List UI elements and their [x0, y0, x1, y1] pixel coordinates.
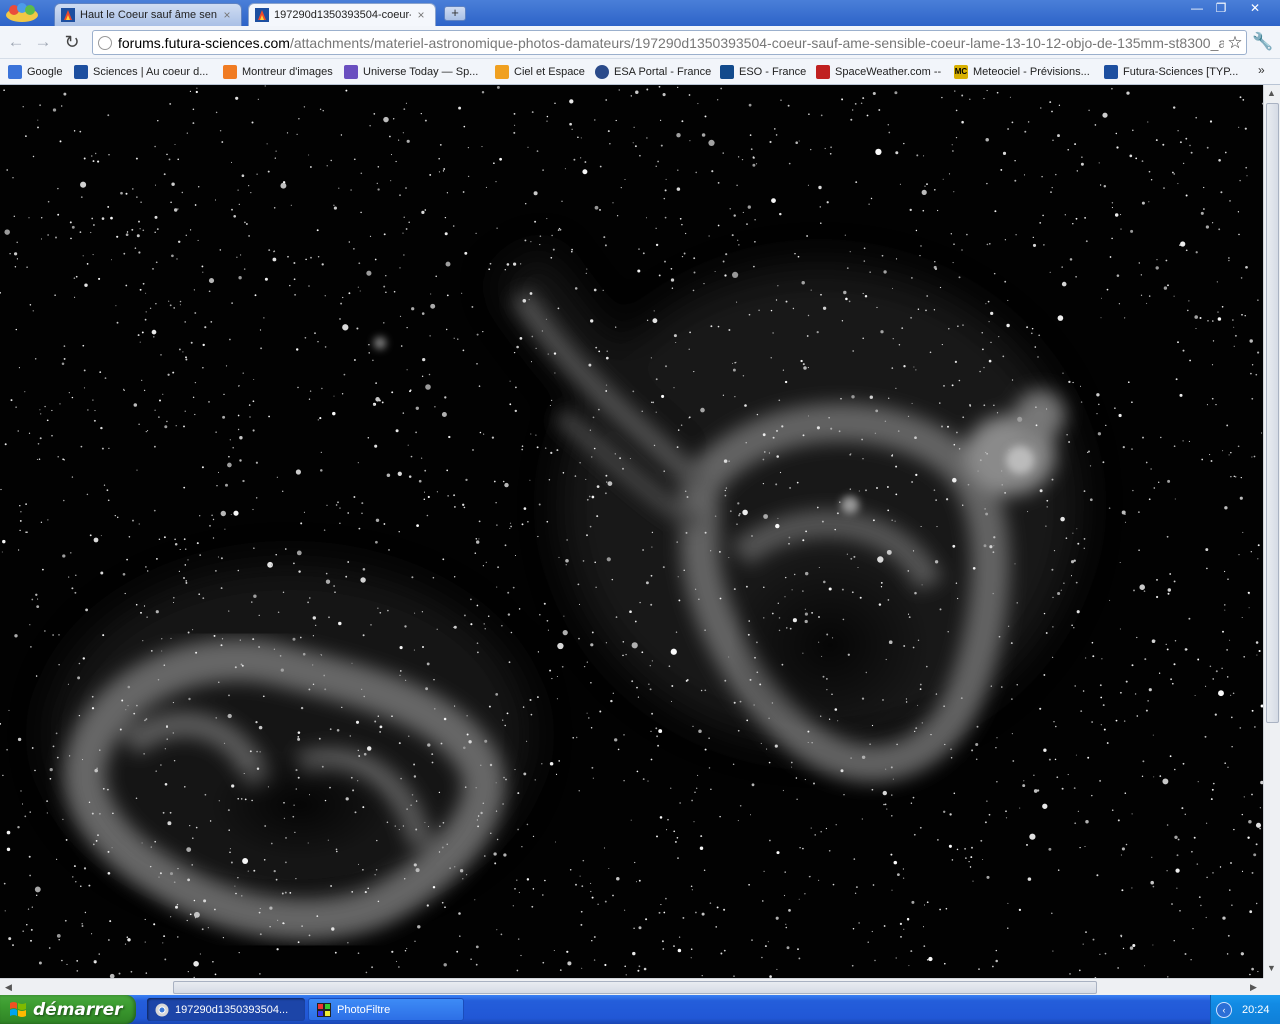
image-viewport[interactable]	[0, 85, 1263, 978]
reload-button[interactable]: ↻	[61, 31, 83, 53]
bookmark-label: ESA Portal - France	[614, 66, 712, 78]
futura-sciences-favicon-icon	[255, 8, 269, 22]
more-bookmarks-chevron-icon[interactable]: »	[1258, 63, 1265, 77]
google-icon	[8, 65, 22, 79]
bookmark-label: Google	[27, 66, 63, 78]
bookmark-universe-today[interactable]: Universe Today — Sp...	[344, 63, 478, 81]
windows-flag-icon	[10, 1001, 26, 1017]
tab-close-icon[interactable]: ×	[221, 8, 233, 22]
bookmark-meteociel[interactable]: MC Meteociel - Prévisions...	[954, 63, 1090, 81]
bookmark-esa[interactable]: ESA Portal - France	[595, 63, 711, 81]
tab-label: 197290d1350393504-coeur-sa	[274, 9, 411, 21]
blogger-icon	[223, 65, 237, 79]
start-button[interactable]: démarrer	[0, 995, 136, 1024]
scroll-down-arrow-icon[interactable]: ▼	[1264, 961, 1279, 976]
vertical-scrollbar[interactable]: ▲ ▼	[1263, 85, 1280, 978]
nebula-photo	[0, 85, 1263, 978]
address-bar[interactable]: forums.futura-sciences.com/attachments/m…	[92, 30, 1247, 55]
close-window-button[interactable]: ✕	[1236, 0, 1274, 18]
app-logo-icon	[6, 3, 38, 22]
wrench-menu-icon[interactable]: 🔧	[1252, 32, 1274, 54]
show-hidden-icons-chevron-icon[interactable]: ‹	[1216, 1001, 1232, 1018]
horizontal-scroll-thumb[interactable]	[173, 981, 1097, 994]
photofiltre-icon	[317, 1002, 331, 1017]
futura-sciences-favicon-icon	[61, 8, 75, 22]
tab-haut-le-coeur[interactable]: Haut le Coeur sauf âme sensib ×	[54, 3, 242, 26]
bookmark-label: Meteociel - Prévisions...	[973, 66, 1090, 78]
bookmark-sciences[interactable]: Sciences | Au coeur d...	[74, 63, 208, 81]
eso-icon	[720, 65, 734, 79]
esa-icon	[595, 65, 609, 79]
scroll-left-arrow-icon[interactable]: ◀	[1, 980, 16, 995]
universe-today-icon	[344, 65, 358, 79]
bookmark-label: Futura-Sciences [TYP...	[1123, 66, 1239, 78]
bookmark-eso[interactable]: ESO - France	[720, 63, 806, 81]
taskbar-item-chrome[interactable]: 197290d1350393504...	[147, 998, 305, 1021]
browser-toolbar: ← → ↻ forums.futura-sciences.com/attachm…	[0, 26, 1280, 59]
bookmark-spaceweather[interactable]: SpaceWeather.com --	[816, 63, 941, 81]
bookmark-label: Ciel et Espace	[514, 66, 585, 78]
back-button[interactable]: ←	[5, 31, 27, 53]
bookmark-star-icon[interactable]: ☆	[1224, 33, 1246, 53]
taskbar: démarrer 197290d1350393504... PhotoFiltr…	[0, 995, 1280, 1024]
restore-button[interactable]: ❐	[1208, 0, 1234, 18]
start-label: démarrer	[33, 999, 123, 1020]
meteociel-icon: MC	[954, 65, 968, 79]
bookmark-google[interactable]: Google	[8, 63, 62, 81]
tab-close-icon[interactable]: ×	[415, 8, 427, 22]
minimize-button[interactable]: —	[1184, 0, 1210, 18]
bookmark-label: Universe Today — Sp...	[363, 66, 479, 78]
futura-sciences-icon	[74, 65, 88, 79]
bookmark-label: ESO - France	[739, 66, 807, 78]
futura-sciences-icon	[1104, 65, 1118, 79]
page-info-icon[interactable]	[98, 35, 112, 50]
bookmark-ciel-espace[interactable]: Ciel et Espace	[495, 63, 585, 81]
url-host: forums.futura-sciences.com	[118, 34, 290, 51]
tab-image-attachment[interactable]: 197290d1350393504-coeur-sa ×	[248, 3, 436, 26]
system-tray: ‹ 20:24	[1210, 995, 1280, 1024]
bookmark-label: Sciences | Au coeur d...	[93, 66, 209, 78]
bookmark-label: Montreur d'images	[242, 66, 333, 78]
scroll-up-arrow-icon[interactable]: ▲	[1264, 86, 1279, 101]
bookmarks-bar: Google Sciences | Au coeur d... Montreur…	[0, 59, 1280, 85]
bookmark-montreur[interactable]: Montreur d'images	[223, 63, 333, 81]
task-label: 197290d1350393504...	[175, 1003, 289, 1016]
bookmark-futura-sciences[interactable]: Futura-Sciences [TYP...	[1104, 63, 1238, 81]
scrollbar-corner	[1263, 978, 1280, 995]
tab-label: Haut le Coeur sauf âme sensib	[80, 9, 217, 21]
task-label: PhotoFiltre	[337, 1003, 391, 1016]
bookmark-label: SpaceWeather.com --	[835, 66, 942, 78]
title-bar: Haut le Coeur sauf âme sensib × 197290d1…	[0, 0, 1280, 26]
url-path: /attachments/materiel-astronomique-photo…	[289, 34, 1224, 51]
clock[interactable]: 20:24	[1242, 1004, 1270, 1016]
horizontal-scrollbar[interactable]: ◀ ▶	[0, 978, 1263, 995]
url-text[interactable]: forums.futura-sciences.com/attachments/m…	[118, 35, 1224, 51]
vertical-scroll-thumb[interactable]	[1266, 103, 1279, 723]
taskbar-item-photofiltre[interactable]: PhotoFiltre	[308, 998, 464, 1021]
forward-button[interactable]: →	[32, 31, 54, 53]
new-tab-button[interactable]: +	[444, 6, 466, 21]
chrome-icon	[155, 1003, 169, 1016]
spaceweather-icon	[816, 65, 830, 79]
scroll-right-arrow-icon[interactable]: ▶	[1246, 980, 1261, 995]
ciel-espace-icon	[495, 65, 509, 79]
